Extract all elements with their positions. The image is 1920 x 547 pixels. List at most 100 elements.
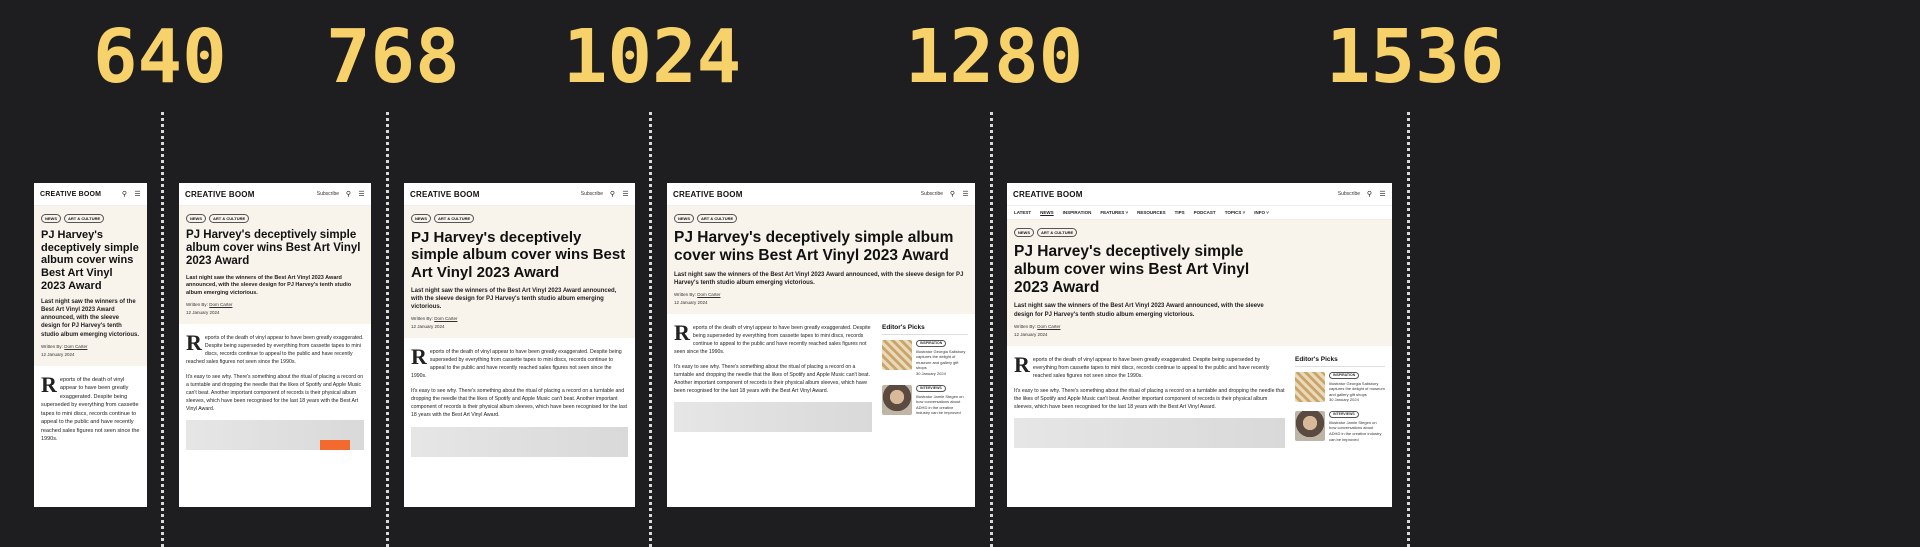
written-by-label: Written By: (186, 301, 208, 307)
subscribe-link[interactable]: Subscribe (317, 191, 339, 197)
search-icon[interactable]: ⚲ (949, 191, 956, 198)
breakpoint-divider (649, 112, 652, 547)
article-paragraph-1: eports of the death of vinyl appear to h… (411, 349, 622, 380)
site-logo[interactable]: CREATIVE BOOM (410, 190, 480, 199)
breakpoint-divider (161, 112, 164, 547)
menu-news[interactable]: NEWS (1040, 210, 1054, 215)
pick-item[interactable]: INTERVIEWS Illustrator Jamie Stegen on ho… (882, 384, 968, 416)
pick-text[interactable]: Illustrator Jamie Stegen on how conversa… (916, 394, 964, 416)
article-subtitle: Last night saw the winners of the Best A… (674, 271, 964, 286)
site-header: CREATIVE BOOM Subscribe ⚲ ☰ (1007, 183, 1392, 206)
menu-topics[interactable]: TOPICS ˅ (1225, 210, 1246, 215)
article-subtitle: Last night saw the winners of the Best A… (186, 274, 352, 296)
article-hero: NEWS ART & CULTURE PJ Harvey's deceptivel… (34, 206, 147, 366)
pick-thumbnail[interactable] (882, 384, 912, 415)
search-icon[interactable]: ⚲ (345, 191, 352, 198)
tag-news[interactable]: NEWS (186, 214, 206, 223)
drop-cap: R (41, 371, 57, 397)
article-date: 12 January 2024 (411, 324, 445, 330)
author-link[interactable]: Dom Carter (1037, 324, 1060, 329)
subscribe-link[interactable]: Subscribe (921, 191, 943, 197)
pick-tag[interactable]: INSPIRATION (916, 339, 947, 347)
pick-text[interactable]: Illustrator Jamie Stegen on how conversa… (1329, 420, 1381, 442)
pick-text[interactable]: Illustrator Georgia Salisbury captures t… (1329, 381, 1385, 397)
hamburger-menu-icon[interactable]: ☰ (134, 191, 141, 198)
article-subtitle: Last night saw the winners of the Best A… (41, 299, 140, 338)
search-icon[interactable]: ⚲ (1366, 191, 1373, 198)
written-by-label: Written By: (1014, 323, 1036, 329)
article-title: PJ Harvey's deceptively simple album cov… (674, 229, 954, 264)
hamburger-menu-icon[interactable]: ☰ (962, 191, 969, 198)
article-paragraph-2: It's easy to see why. There's something … (411, 388, 627, 419)
author-link[interactable]: Dom Carter (697, 292, 720, 297)
pick-tag[interactable]: INTERVIEWS (916, 384, 946, 392)
menu-resources[interactable]: RESOURCES (1137, 210, 1166, 215)
menu-podcast[interactable]: PODCAST (1194, 210, 1216, 215)
tag-news[interactable]: NEWS (1014, 228, 1034, 237)
article-image (674, 402, 872, 433)
tag-art-culture[interactable]: ART & CULTURE (434, 214, 475, 223)
tag-art-culture[interactable]: ART & CULTURE (64, 214, 105, 223)
menu-info[interactable]: INFO ˅ (1254, 210, 1269, 215)
hamburger-menu-icon[interactable]: ☰ (358, 191, 365, 198)
pick-thumbnail[interactable] (1295, 410, 1325, 441)
preview-1536: CREATIVE BOOM Subscribe ⚲ ☰ LATEST NEWS … (1007, 183, 1392, 507)
search-icon[interactable]: ⚲ (609, 191, 616, 198)
editors-picks-heading: Editor's Picks (882, 324, 968, 335)
search-icon[interactable]: ⚲ (121, 191, 128, 198)
pick-text[interactable]: Illustrator Georgia Salisbury captures t… (916, 349, 965, 371)
site-logo[interactable]: CREATIVE BOOM (1013, 190, 1083, 199)
written-by-label: Written By: (411, 316, 433, 322)
menu-latest[interactable]: LATEST (1014, 210, 1031, 215)
article-title: PJ Harvey's deceptively simple album cov… (1014, 243, 1250, 296)
article-image (186, 420, 364, 451)
pick-item[interactable]: INTERVIEWS Illustrator Jamie Stegen on ho… (1295, 410, 1385, 442)
article-title: PJ Harvey's deceptively simple album cov… (41, 229, 139, 292)
subscribe-link[interactable]: Subscribe (1338, 191, 1360, 197)
breakpoint-divider (990, 112, 993, 547)
tag-art-culture[interactable]: ART & CULTURE (1037, 228, 1078, 237)
pick-item[interactable]: INSPIRATION Illustrator Georgia Salisbury… (882, 339, 968, 377)
breakpoint-label-1024: 1024 (563, 14, 742, 100)
article-paragraph-1: eports of the death of vinyl appear to h… (186, 334, 364, 366)
author-link[interactable]: Dom Carter (209, 302, 232, 307)
pick-item[interactable]: INSPIRATION Illustrator Georgia Salisbury… (1295, 371, 1385, 403)
pick-thumbnail[interactable] (882, 339, 912, 370)
article-hero: NEWS ART & CULTURE PJ Harvey's deceptivel… (1007, 220, 1392, 346)
hamburger-menu-icon[interactable]: ☰ (622, 191, 629, 198)
author-link[interactable]: Dom Carter (64, 344, 87, 349)
article-subtitle: Last night saw the winners of the Best A… (1014, 303, 1264, 318)
scroll-top-button[interactable] (320, 440, 350, 451)
author-link[interactable]: Dom Carter (434, 316, 457, 321)
menu-features[interactable]: FEATURES ˅ (1100, 210, 1128, 215)
tag-news[interactable]: NEWS (411, 214, 431, 223)
written-by-label: Written By: (41, 343, 63, 349)
article-hero: NEWS ART & CULTURE PJ Harvey's deceptivel… (404, 206, 635, 339)
article-title: PJ Harvey's deceptively simple album cov… (411, 229, 626, 281)
site-header: CREATIVE BOOM ⚲ ☰ (34, 183, 147, 206)
pick-date: 30 January 2024 (1329, 397, 1359, 403)
tag-art-culture[interactable]: ART & CULTURE (209, 214, 250, 223)
site-logo[interactable]: CREATIVE BOOM (40, 191, 101, 198)
written-by-label: Written By: (674, 291, 696, 297)
breakpoint-divider (386, 112, 389, 547)
pick-tag[interactable]: INTERVIEWS (1329, 410, 1359, 418)
menu-tips[interactable]: TIPS (1175, 210, 1185, 215)
pick-date: 30 January 2024 (916, 371, 946, 377)
breakpoint-label-768: 768 (326, 14, 460, 100)
subscribe-link[interactable]: Subscribe (581, 191, 603, 197)
preview-768: CREATIVE BOOM Subscribe ⚲ ☰ NEWS ART & CU… (179, 183, 371, 507)
menu-inspiration[interactable]: INSPIRATION (1063, 210, 1092, 215)
editors-picks: Editor's Picks INSPIRATION Illustrator Ge… (1295, 356, 1385, 451)
site-logo[interactable]: CREATIVE BOOM (673, 190, 743, 199)
pick-thumbnail[interactable] (1295, 371, 1325, 402)
site-header: CREATIVE BOOM Subscribe ⚲ ☰ (404, 183, 635, 206)
site-logo[interactable]: CREATIVE BOOM (185, 190, 255, 199)
pick-tag[interactable]: INSPIRATION (1329, 371, 1360, 379)
hamburger-menu-icon[interactable]: ☰ (1379, 191, 1386, 198)
breakpoint-label-1536: 1536 (1326, 14, 1505, 100)
article-title: PJ Harvey's deceptively simple album cov… (186, 229, 361, 268)
tag-news[interactable]: NEWS (674, 214, 694, 223)
tag-news[interactable]: NEWS (41, 214, 61, 223)
tag-art-culture[interactable]: ART & CULTURE (697, 214, 738, 223)
